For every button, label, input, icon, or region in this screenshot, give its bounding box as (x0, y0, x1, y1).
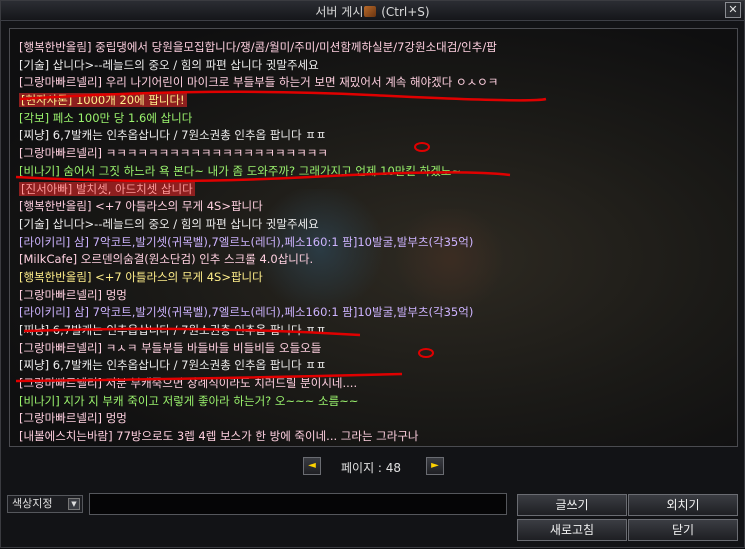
next-page-button[interactable]: ► (426, 457, 444, 475)
chat-message-text: [찌냥] 6,7발캐는 인추옵삽니다 / 7원소권총 인추옵 팝니다 ㅍㅍ (19, 358, 326, 372)
color-select-label: 색상지정 (12, 497, 52, 510)
write-button[interactable]: 글쓰기 (517, 494, 627, 516)
chat-message: [현자샤론] 1000개 20에 팝니다! (19, 92, 731, 110)
chat-message-text: [찌냥] 6,7발캐는 인추옵삽니다 / 7원소권총 인추옵 팝니다 ㅍㅍ (19, 128, 326, 142)
color-select[interactable]: 색상지정 ▼ (7, 495, 83, 513)
chat-message-text: [그랑마빠르넬리] ㅋㅅㅋ 부들부들 바들바들 비들비들 오들오들 (19, 341, 321, 355)
chat-message: [라이키리] 삼] 7악코트,발기셋(귀목벨),7엘르노(레더),페소160:1… (19, 304, 731, 322)
chat-message: [그랑마빠르넬리] ㅋㅋㅋㅋㅋㅋㅋㅋㅋㅋㅋㅋㅋㅋㅋㅋㅋㅋㅋㅋㅋ (19, 145, 731, 163)
chat-message-text: [그랑마빠르넬리] ㅋㅋㅋㅋㅋㅋㅋㅋㅋㅋㅋㅋㅋㅋㅋㅋㅋㅋㅋㅋㅋ (19, 146, 328, 160)
chat-message: [기술] 삽니다>--레늘드의 중오 / 힘의 파편 삽니다 귓말주세요 (19, 216, 731, 234)
chat-message-text: [행복한반올림] 중립댕에서 당원을모집합니다/쟁/콤/월미/주미/미션함께하실… (19, 40, 497, 54)
chat-message: [내볼에스치는바람] 77방으로도 3렙 4렙 보스가 한 방에 죽이네... … (19, 428, 731, 446)
chat-message-text: [그랑마빠르넬리] 멍멍 (19, 411, 127, 425)
chat-message-text: [각보] 페소 100만 당 1.6에 삽니다 (19, 111, 192, 125)
chat-message: [행복한반올림] <+7 아틀라스의 무게 4S>팝니다 (19, 269, 731, 287)
chat-message: [찌냥] 6,7발캐는 인추옵삽니다 / 7원소권총 인추옵 팝니다 ㅍㅍ (19, 127, 731, 145)
board-icon (364, 6, 376, 17)
title-bar[interactable]: 서버 게시 (Ctrl+S) ✕ (1, 1, 744, 21)
chat-message-text: [비나기] 지가 지 부캐 죽이고 저렇게 좋아라 하는거? 오~~~ 소름~~ (19, 394, 359, 408)
chat-message: [행복한반올림] <+7 아틀라스의 무게 4S>팝니다 (19, 198, 731, 216)
chat-message-text: [비나기] 숨어서 그짓 하느라 욕 본다~ 내가 좀 도와주까? 그래가지고 … (19, 164, 461, 178)
close-button[interactable]: 닫기 (628, 519, 738, 541)
chat-message: [찌냥] 6,7발캐는 인추옵삽니다 / 7원소권총 인추옵 팝니다 ㅍㅍ (19, 322, 731, 340)
chat-message-text: [라이키리] 삼] 7악코트,발기셋(귀목벨),7엘르노(레더),페소160:1… (19, 235, 473, 249)
chat-message-text: [기술] 삽니다>--레늘드의 중오 / 힘의 파편 삽니다 귓말주세요 (19, 217, 319, 231)
page-label: 페이지 : 48 (341, 459, 401, 476)
server-board-window: 서버 게시 (Ctrl+S) ✕ [행복한반올림] 중립댕에서 당원을모집합니다… (0, 0, 745, 548)
chat-lines: [행복한반올림] 중립댕에서 당원을모집합니다/쟁/콤/월미/주미/미션함께하실… (19, 39, 731, 447)
shout-button[interactable]: 외치기 (628, 494, 738, 516)
chat-message-text: [라이키리] 삼] 7악코트,발기셋(귀목벨),7엘르노(레더),페소160:1… (19, 305, 473, 319)
chat-message: [그랑마빠르넬리] 저분 부캐죽으면 장례식이라도 치러드릴 분이시네.... (19, 375, 731, 393)
chat-message-text: [행복한반올림] <+7 아틀라스의 무게 4S>팝니다 (19, 270, 263, 284)
close-icon[interactable]: ✕ (725, 2, 741, 18)
chat-message: [라이키리] 삼] 7악코트,발기셋(귀목벨),7엘르노(레더),페소160:1… (19, 234, 731, 252)
pagination: ◄ 페이지 : 48 ► (1, 457, 744, 477)
chat-message-text: [그랑마빠르넬리] 우리 나기어린이 마이크로 부들부들 하는거 보면 재밌어서… (19, 75, 498, 89)
window-title-text: 서버 게시 (315, 5, 363, 19)
chat-message-text: [그랑마빠르넬리] 멍멍 (19, 288, 127, 302)
chat-message: [MilkCafe] 오르덴의숨결(원소단검) 인추 스크롤 4.0삽니다. (19, 251, 731, 269)
refresh-button[interactable]: 새로고침 (517, 519, 627, 541)
chat-message: [각보] 페소 100만 당 1.6에 삽니다 (19, 110, 731, 128)
window-title: 서버 게시 (Ctrl+S) (1, 3, 744, 20)
chat-message-text: [행복한반올림] <+7 아틀라스의 무게 4S>팝니다 (19, 199, 263, 213)
chat-message: [Lemon] 카스티고 클로에 삽니다아 (19, 446, 731, 447)
chat-message: [행복한반올림] 중립댕에서 당원을모집합니다/쟁/콤/월미/주미/미션함께하실… (19, 39, 731, 57)
chat-message-text: [진서아빠] 발치셋, 아드치셋 삽니다 (19, 182, 195, 196)
chat-message: [비나기] 지가 지 부캐 죽이고 저렇게 좋아라 하는거? 오~~~ 소름~~ (19, 393, 731, 411)
chat-message-text: [내볼에스치는바람] 77방으로도 3렙 4렙 보스가 한 방에 죽이네... … (19, 429, 419, 443)
chat-message: [기술] 삽니다>--레늘드의 중오 / 힘의 파편 삽니다 귓말주세요 (19, 57, 731, 75)
chat-message: [그랑마빠르넬리] 멍멍 (19, 287, 731, 305)
chat-message-text: [그랑마빠르넬리] 저분 부캐죽으면 장례식이라도 치러드릴 분이시네.... (19, 376, 357, 390)
chat-message-text: [현자샤론] 1000개 20에 팝니다! (19, 93, 187, 107)
chat-message: [그랑마빠르넬리] 멍멍 (19, 410, 731, 428)
chat-message: [진서아빠] 발치셋, 아드치셋 삽니다 (19, 181, 731, 199)
chat-message: [그랑마빠르넬리] 우리 나기어린이 마이크로 부들부들 하는거 보면 재밌어서… (19, 74, 731, 92)
chat-message-text: [MilkCafe] 오르덴의숨결(원소단검) 인추 스크롤 4.0삽니다. (19, 252, 313, 266)
chevron-down-icon[interactable]: ▼ (68, 498, 80, 510)
input-bar: 색상지정 ▼ 글쓰기 외치기 새로고침 닫기 (1, 489, 744, 549)
chat-message: [그랑마빠르넬리] ㅋㅅㅋ 부들부들 바들바들 비들비들 오들오들 (19, 340, 731, 358)
message-input[interactable] (89, 493, 507, 515)
chat-message: [비나기] 숨어서 그짓 하느라 욕 본다~ 내가 좀 도와주까? 그래가지고 … (19, 163, 731, 181)
prev-page-button[interactable]: ◄ (303, 457, 321, 475)
window-shortcut: (Ctrl+S) (381, 5, 429, 19)
chat-message: [찌냥] 6,7발캐는 인추옵삽니다 / 7원소권총 인추옵 팝니다 ㅍㅍ (19, 357, 731, 375)
chat-message-text: [기술] 삽니다>--레늘드의 중오 / 힘의 파편 삽니다 귓말주세요 (19, 58, 319, 72)
chat-log-panel[interactable]: [행복한반올림] 중립댕에서 당원을모집합니다/쟁/콤/월미/주미/미션함께하실… (9, 28, 738, 447)
chat-message-text: [찌냥] 6,7발캐는 인추옵삽니다 / 7원소권총 인추옵 팝니다 ㅍㅍ (19, 323, 326, 337)
